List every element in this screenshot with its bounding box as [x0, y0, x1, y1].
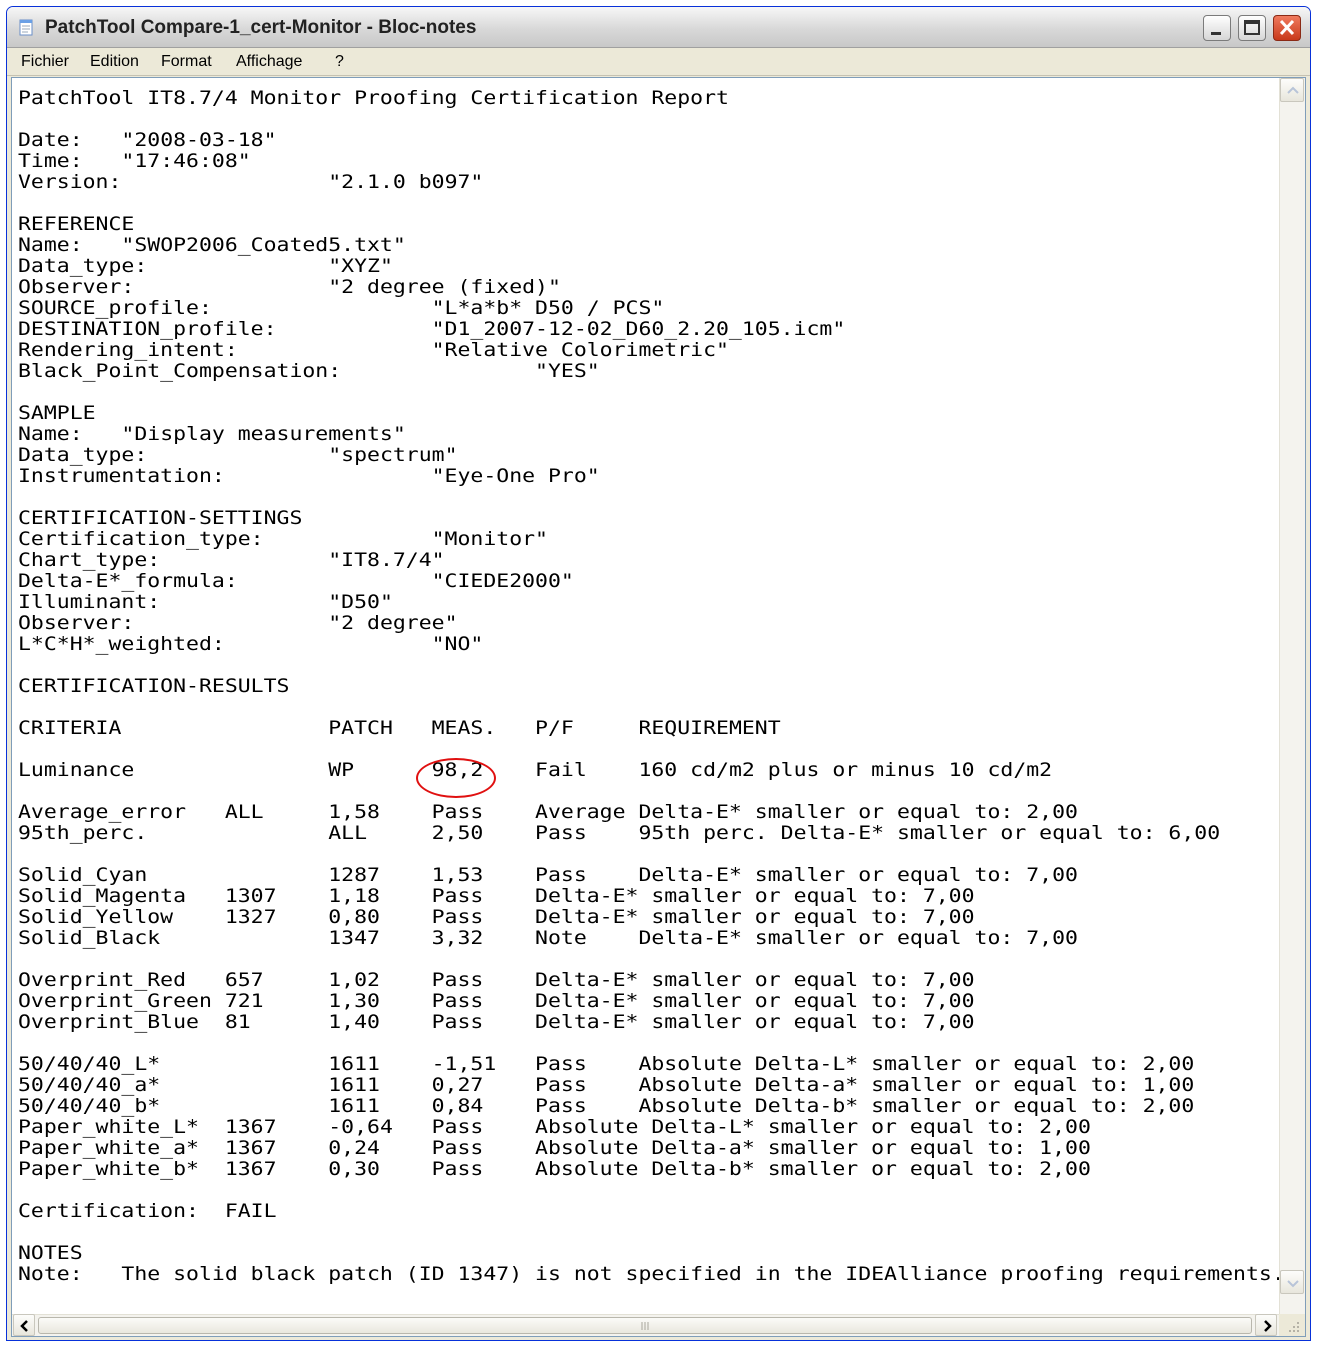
chevron-left-icon — [20, 1320, 28, 1332]
menu-format[interactable]: Format — [161, 53, 212, 71]
resize-grip-icon — [1289, 1322, 1299, 1332]
close-icon — [1279, 19, 1295, 36]
title-bar[interactable]: PatchTool Compare-1_cert-Monitor - Bloc-… — [7, 7, 1310, 48]
window-title: PatchTool Compare-1_cert-Monitor - Bloc-… — [45, 17, 477, 38]
scroll-up-button[interactable] — [1280, 78, 1304, 102]
text-area[interactable]: PatchTool IT8.7/4 Monitor Proofing Certi… — [12, 78, 1280, 1316]
maximize-icon — [1244, 20, 1260, 35]
minimize-button[interactable] — [1203, 15, 1231, 41]
scroll-left-button[interactable] — [13, 1314, 35, 1336]
scroll-thumb[interactable] — [38, 1317, 1252, 1334]
report-text[interactable]: PatchTool IT8.7/4 Monitor Proofing Certi… — [18, 88, 1280, 1285]
fail-highlight-circle — [416, 758, 496, 798]
horizontal-scrollbar[interactable] — [12, 1314, 1280, 1336]
menu-file[interactable]: Fichier — [21, 53, 69, 71]
menu-view[interactable]: Affichage — [236, 53, 302, 71]
grip-icon — [641, 1322, 649, 1330]
chevron-right-icon — [1264, 1320, 1272, 1332]
resize-grip[interactable] — [1279, 1314, 1305, 1336]
menu-help[interactable]: ? — [335, 53, 344, 71]
text-editor[interactable]: PatchTool IT8.7/4 Monitor Proofing Certi… — [11, 77, 1306, 1337]
chevron-down-icon — [1287, 1280, 1299, 1288]
notepad-icon — [17, 18, 35, 36]
maximize-button[interactable] — [1238, 15, 1266, 41]
chevron-up-icon — [1287, 86, 1299, 94]
scroll-down-button[interactable] — [1280, 1270, 1304, 1294]
notepad-window: PatchTool Compare-1_cert-Monitor - Bloc-… — [6, 6, 1311, 1341]
menu-edit[interactable]: Edition — [90, 53, 139, 71]
minimize-icon — [1211, 32, 1221, 35]
vertical-scrollbar[interactable] — [1279, 78, 1305, 1316]
close-button[interactable] — [1273, 15, 1301, 41]
menu-bar: Fichier Edition Format Affichage ? — [7, 48, 1310, 76]
scroll-right-button[interactable] — [1255, 1314, 1277, 1336]
